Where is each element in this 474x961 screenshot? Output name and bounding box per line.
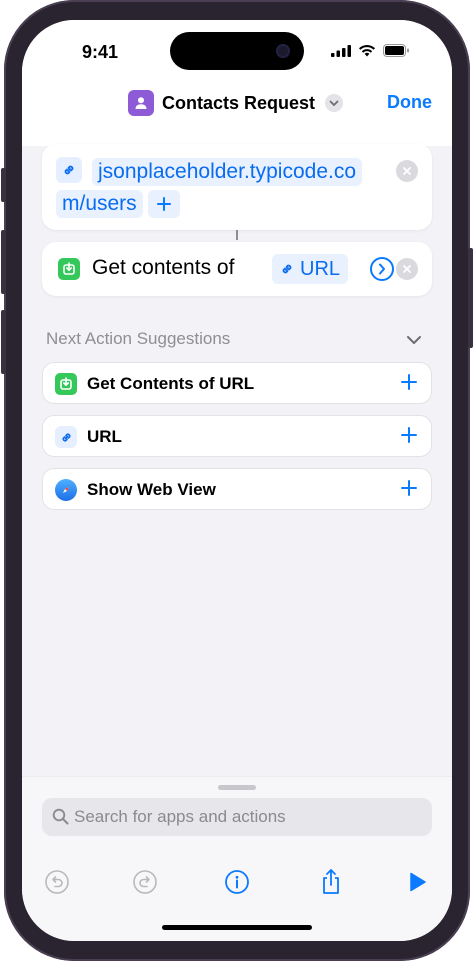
plus-icon [401, 480, 417, 496]
search-input[interactable] [74, 798, 414, 836]
camera-icon [276, 44, 290, 58]
suggestions-header: Next Action Suggestions [46, 329, 231, 348]
search-bar[interactable] [42, 798, 432, 836]
cellular-signal-icon [331, 44, 351, 57]
mute-switch [1, 168, 6, 202]
info-button[interactable] [222, 867, 252, 897]
collapse-suggestions-button[interactable] [406, 332, 422, 350]
page-title: Contacts Request [162, 92, 316, 113]
add-suggestion-button[interactable] [399, 478, 419, 503]
status-icons [331, 44, 410, 57]
link-icon [55, 426, 77, 448]
get-contents-action-card[interactable]: Get contents of URL [42, 242, 432, 296]
plus-icon [401, 427, 417, 443]
suggestion-label: URL [87, 427, 122, 446]
redo-button[interactable] [130, 867, 160, 897]
side-button [468, 248, 473, 348]
link-icon [56, 157, 82, 183]
download-icon [58, 258, 80, 280]
close-icon [403, 265, 411, 273]
suggestion-label: Show Web View [87, 480, 216, 499]
url-action-icon-wrap [56, 157, 82, 183]
add-suggestion-button[interactable] [399, 425, 419, 450]
chevron-right-icon [379, 263, 385, 275]
play-icon [410, 872, 426, 892]
redo-icon [133, 870, 157, 894]
status-bar: 9:41 [22, 20, 452, 80]
download-icon [55, 373, 77, 395]
editor-toolbar [22, 867, 452, 897]
suggestion-item[interactable]: URL [42, 415, 432, 457]
remove-action-button[interactable] [396, 258, 418, 280]
suggestion-item[interactable]: Get Contents of URL [42, 362, 432, 404]
search-icon [52, 808, 69, 830]
shortcut-title-menu[interactable]: Contacts Request [128, 90, 344, 116]
add-suggestion-button[interactable] [399, 372, 419, 397]
safari-compass-icon [55, 479, 77, 501]
dynamic-island [170, 32, 304, 70]
done-button[interactable]: Done [387, 92, 432, 113]
navigation-bar: Contacts Request Done [22, 86, 452, 122]
battery-icon [383, 44, 409, 57]
close-icon [403, 167, 411, 175]
plus-icon [401, 374, 417, 390]
url-action-card[interactable]: jsonplaceholder.typicode.co m/users [42, 144, 432, 230]
add-variable-button[interactable] [148, 190, 180, 218]
chevron-down-icon[interactable] [325, 94, 344, 112]
undo-button[interactable] [42, 867, 72, 897]
link-icon [282, 264, 292, 274]
share-icon [323, 869, 339, 894]
volume-down-button [1, 310, 6, 374]
wifi-icon [359, 45, 375, 57]
action-label: Get contents of [92, 256, 235, 279]
action-connector [236, 230, 238, 240]
expand-action-button[interactable] [370, 257, 394, 281]
chevron-down-icon [407, 336, 421, 344]
url-text-field-continued[interactable]: m/users [56, 190, 143, 218]
status-time: 9:41 [82, 42, 119, 62]
plus-icon [157, 197, 171, 211]
suggestion-label: Get Contents of URL [87, 374, 255, 393]
action-search-sheet [22, 776, 452, 941]
run-button[interactable] [402, 867, 432, 897]
info-icon [225, 870, 249, 894]
suggestion-item[interactable]: Show Web View [42, 468, 432, 510]
phone-screen: 9:41 Contacts Request Done jsonplacehold… [22, 20, 452, 941]
sheet-grabber[interactable] [218, 785, 256, 790]
remove-action-button[interactable] [396, 160, 418, 182]
share-button[interactable] [316, 867, 346, 897]
home-indicator [162, 925, 312, 930]
url-variable-label: URL [300, 257, 341, 280]
contact-person-icon [128, 90, 154, 116]
undo-icon [45, 870, 69, 894]
url-variable-token[interactable]: URL [272, 254, 349, 284]
url-text-field[interactable]: jsonplaceholder.typicode.co [92, 158, 363, 186]
volume-up-button [1, 230, 6, 294]
